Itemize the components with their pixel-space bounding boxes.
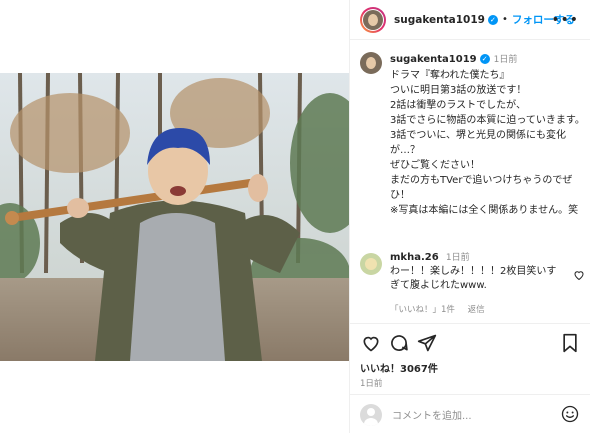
action-icons (360, 332, 581, 354)
reply-button[interactable]: 返信 (468, 305, 485, 315)
author-avatar[interactable] (360, 6, 386, 33)
separator-dot: • (501, 14, 508, 25)
post-header: sugakenta1019 ✓ • フォローする ••• (350, 0, 590, 40)
comment-item: mkha.26 1日前 わー！！楽しみ！！！！2枚目笑いすぎて腹よじれたwww.… (360, 251, 585, 315)
caption-line: ドラマ『奪われた僕たち』 (390, 70, 510, 81)
more-icon[interactable]: ••• (551, 12, 579, 28)
avatar-image (363, 9, 383, 30)
caption-time: 1日前 (493, 55, 518, 65)
caption-username[interactable]: sugakenta1019 (390, 54, 477, 65)
caption-line: ※写真は本編には全く関係ありません。笑 (390, 205, 579, 216)
caption-line: 2話は衝撃のラストでしたが、 (390, 100, 526, 111)
heart-icon[interactable] (360, 332, 382, 354)
post-photo[interactable] (0, 73, 349, 361)
caption-body: sugakenta1019 ✓ 1日前 ドラマ『奪われた僕たち』 ついに明日第3話の… (390, 52, 585, 218)
caption-line: ついに明日第3話の放送です！ (390, 85, 527, 96)
verified-icon: ✓ (479, 54, 490, 64)
photo-pane (0, 0, 349, 433)
caption-line: 3話でさらに物語の本質に迫っていきます。 (390, 115, 585, 126)
comment-body: mkha.26 1日前 わー！！楽しみ！！！！2枚目笑いすぎて腹よじれたwww. (390, 251, 565, 293)
caption-line: ぜひご覧ください！ (390, 160, 480, 171)
comment-meta: 「いいね！」1件 返信 (390, 303, 585, 315)
commenter-avatar[interactable] (360, 253, 382, 275)
post-details-panel: sugakenta1019 ✓ • フォローする ••• sugakenta10… (349, 0, 590, 433)
post-caption: sugakenta1019 ✓ 1日前 ドラマ『奪われた僕たち』 ついに明日第3話の… (360, 52, 585, 218)
avatar-inner (362, 8, 384, 31)
share-icon[interactable] (416, 332, 438, 354)
add-comment-bar: コメントを追加... (350, 394, 590, 433)
emoji-icon[interactable] (561, 405, 579, 427)
caption-avatar[interactable] (360, 52, 382, 74)
comment-likes[interactable]: 「いいね！」1件 (390, 305, 455, 315)
bookmark-icon[interactable] (559, 332, 581, 354)
comment-like-icon[interactable] (573, 269, 585, 284)
comments-scroll[interactable]: sugakenta1019 ✓ 1日前 ドラマ『奪われた僕たち』 ついに明日第3話の… (350, 41, 590, 323)
post-actions: いいね！3067件 1日前 コメントを追加... (350, 323, 590, 433)
caption-line: 3話でついに、堺と光見の関係にも変化が…？ (390, 130, 567, 156)
verified-icon: ✓ (487, 14, 498, 25)
likes-count[interactable]: いいね！3067件 (360, 360, 438, 375)
author-username[interactable]: sugakenta1019 (394, 14, 485, 26)
post-time: 1日前 (360, 379, 383, 389)
comment-time: 1日前 (445, 253, 470, 263)
comment-icon[interactable] (388, 332, 410, 354)
caption-line: まだの方もTVerで追いつけちゃうのでぜひ！ (390, 175, 573, 201)
current-user-avatar (360, 403, 382, 426)
comment-input[interactable]: コメントを追加... (392, 407, 472, 422)
comment-text: わー！！楽しみ！！！！2枚目笑いすぎて腹よじれたwww. (390, 266, 557, 291)
commenter-username[interactable]: mkha.26 (390, 252, 439, 263)
